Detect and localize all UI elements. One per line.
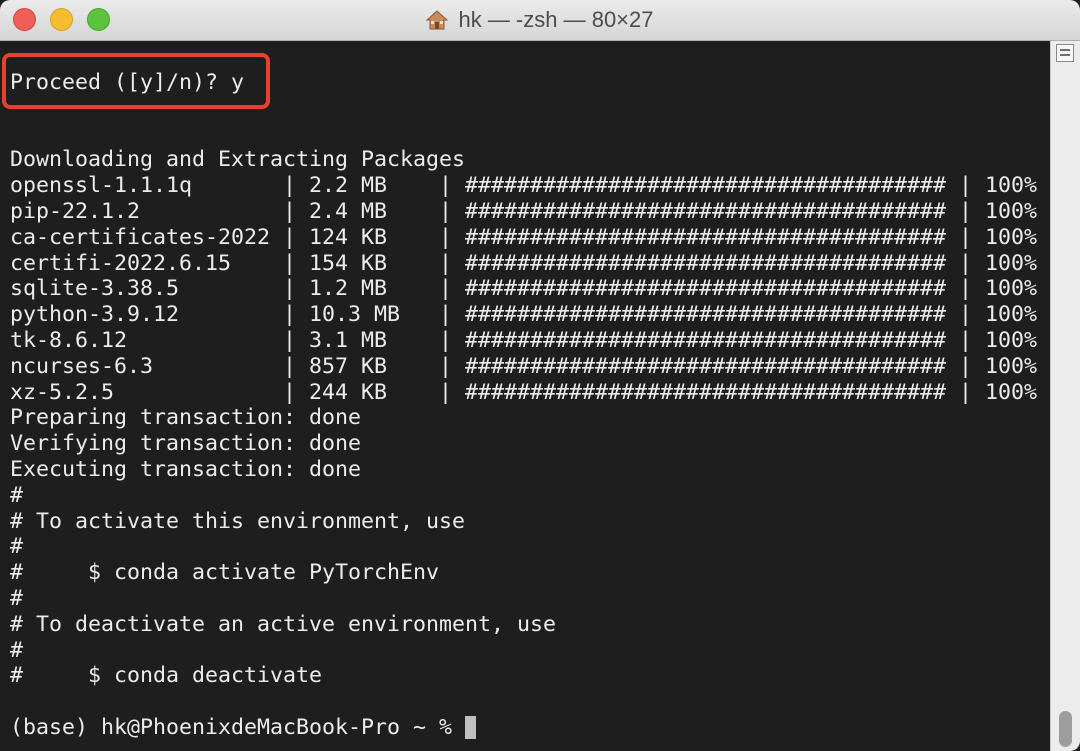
terminal-line: # <box>10 585 24 611</box>
terminal-line: ca-certificates-2022 | 124 KB | ########… <box>10 224 1038 250</box>
home-folder-icon <box>426 10 449 30</box>
terminal-line: certifi-2022.6.15 | 154 KB | ###########… <box>10 250 1038 276</box>
text-cursor <box>465 715 477 739</box>
terminal-output-area[interactable]: Proceed ([y]/n)? y Downloading and Extra… <box>0 41 1050 751</box>
terminal-line: Executing transaction: done <box>10 456 362 482</box>
terminal-line: python-3.9.12 | 10.3 MB | ##############… <box>10 302 1038 328</box>
zoom-button[interactable] <box>87 8 110 31</box>
terminal-line: Verifying transaction: done <box>10 431 362 457</box>
terminal-line: xz-5.2.5 | 244 KB | ####################… <box>10 379 1038 405</box>
terminal-line: # <box>10 482 24 508</box>
terminal-line: tk-8.6.12 | 3.1 MB | ###################… <box>10 327 1038 353</box>
title-bar[interactable]: hk — -zsh — 80×27 <box>0 0 1080 41</box>
terminal-lines: Proceed ([y]/n)? y Downloading and Extra… <box>10 70 1037 740</box>
terminal-line: Downloading and Extracting Packages <box>10 147 466 173</box>
terminal-line: pip-22.1.2 | 2.4 MB | ##################… <box>10 198 1038 224</box>
terminal-window: hk — -zsh — 80×27 Proceed ([y]/n)? y Dow… <box>0 0 1080 751</box>
close-button[interactable] <box>13 8 36 31</box>
terminal-line: # <box>10 534 24 560</box>
terminal-line: # <box>10 637 24 663</box>
split-pane-icon[interactable] <box>1056 44 1074 62</box>
terminal-line: (base) hk@PhoenixdeMacBook-Pro ~ % <box>10 714 466 740</box>
terminal-line: # To deactivate an active environment, u… <box>10 611 557 637</box>
window-title: hk — -zsh — 80×27 <box>458 7 654 32</box>
terminal-line: openssl-1.1.1q | 2.2 MB | ##############… <box>10 173 1038 199</box>
terminal-text: Proceed ([y]/n)? y Downloading and Extra… <box>10 70 1037 741</box>
terminal-line: Preparing transaction: done <box>10 405 362 431</box>
terminal-line: ncurses-6.3 | 857 KB | #################… <box>10 353 1038 379</box>
terminal-line: sqlite-3.38.5 | 1.2 MB | ###############… <box>10 276 1038 302</box>
vertical-scrollbar[interactable] <box>1050 41 1080 751</box>
terminal-line: # To activate this environment, use <box>10 508 466 534</box>
terminal-line: # $ conda activate PyTorchEnv <box>10 560 440 586</box>
minimize-button[interactable] <box>50 8 73 31</box>
terminal-line: Proceed ([y]/n)? y <box>10 70 245 95</box>
window-title-area: hk — -zsh — 80×27 <box>0 0 1080 40</box>
terminal-line: # $ conda deactivate <box>10 663 323 689</box>
scroll-thumb[interactable] <box>1059 711 1072 747</box>
